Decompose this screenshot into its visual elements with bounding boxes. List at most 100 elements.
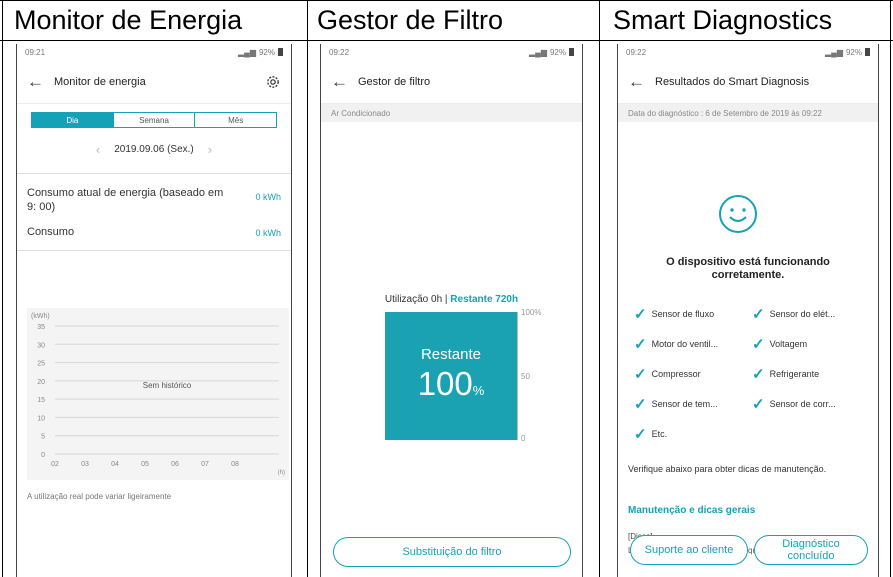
- battery-icon: [278, 48, 283, 56]
- item-label: Sensor do elét...: [769, 309, 836, 319]
- filter-usage: Utilização 0h | Restante 720h: [321, 294, 582, 305]
- energy-chart: (kWh) 35 30 25 20 15 10 5 0 02 03 04 05 06 07 08 (h) Sem …: [27, 308, 289, 480]
- filter-remaining-box: Restante 100%: [385, 312, 517, 440]
- filter-tick-100: 100%: [521, 308, 542, 317]
- diagnosis-item: ✓ Sensor de fluxo: [634, 304, 748, 324]
- y-axis-unit: (kWh): [31, 313, 50, 320]
- y-tick-label: 0: [41, 452, 45, 459]
- diagnosis-item: ✓ Voltagem: [752, 334, 866, 354]
- item-label: Sensor de corr...: [769, 399, 836, 409]
- diagnosis-items: ✓ Sensor de fluxo ✓ Sensor do elét... ✓ Mot…: [634, 304, 866, 444]
- chevron-left-icon[interactable]: ‹: [96, 142, 100, 157]
- status-bar: 09:22 ▂▄▆ 92%: [321, 44, 582, 60]
- chevron-right-icon[interactable]: ›: [208, 142, 212, 157]
- diagnosis-item: ✓ Sensor de tem...: [634, 394, 748, 414]
- grid-line: [599, 0, 600, 577]
- remaining-label: Restante: [420, 346, 482, 363]
- filter-tick-50: 50: [521, 372, 530, 381]
- filter-manager-screen: 09:22 ▂▄▆ 92% ← Gestor de filtro Ar Cond…: [320, 44, 583, 577]
- app-bar: ← Gestor de filtro: [321, 60, 582, 104]
- app-bar: ← Resultados do Smart Diagnosis: [618, 60, 878, 104]
- battery-percent: 92%: [258, 47, 275, 57]
- remaining-percent: 100%: [385, 365, 517, 403]
- energy-chart-svg: (kWh) 35 30 25 20 15 10 5 0 02 03 04 05 06 07 08 (h) Sem …: [31, 313, 285, 476]
- tab-week[interactable]: Semana: [112, 113, 195, 127]
- signal-icon: ▂▄▆: [529, 47, 547, 57]
- column-title-energy: Monitor de Energia: [14, 5, 243, 35]
- consumption-value: 0 kWh: [255, 228, 281, 238]
- diagnosis-done-button[interactable]: Diagnóstico concluído: [754, 535, 868, 565]
- tab-month[interactable]: Mês: [194, 113, 276, 127]
- back-arrow-icon[interactable]: ←: [331, 73, 348, 90]
- x-tick-label: 08: [231, 461, 239, 468]
- back-arrow-icon[interactable]: ←: [628, 73, 645, 90]
- check-icon: ✓: [752, 335, 765, 353]
- current-date: 2019.09.06 (Sex.): [114, 144, 194, 155]
- check-icon: ✓: [752, 365, 765, 383]
- item-label: Compressor: [651, 369, 701, 379]
- maintenance-hint: Verifique abaixo para obter dicas de man…: [628, 464, 827, 474]
- back-arrow-icon[interactable]: ←: [27, 73, 44, 90]
- diagnosis-item: ✓ Sensor de corr...: [752, 394, 866, 414]
- status-icons: ▂▄▆ 92%: [238, 48, 283, 57]
- x-tick-label: 03: [81, 461, 89, 468]
- diagnosis-item: ✓ Etc.: [634, 424, 748, 444]
- grid-line: [0, 0, 893, 1]
- diagnosis-item: ✓ Refrigerante: [752, 364, 866, 384]
- device-name: Ar Condicionado: [321, 104, 582, 122]
- result-line: O dispositivo está funcionando: [666, 256, 830, 268]
- current-energy-value: 0 kWh: [255, 192, 281, 202]
- current-energy-row: Consumo atual de energia (baseado em 9: …: [17, 186, 291, 214]
- item-label: Voltagem: [769, 339, 808, 349]
- page-title: Resultados do Smart Diagnosis: [655, 75, 810, 88]
- x-tick-label: 05: [141, 461, 149, 468]
- battery-percent: 92%: [549, 47, 566, 57]
- status-time: 09:22: [329, 47, 350, 57]
- y-tick-label: 25: [37, 361, 45, 368]
- grid-line: [0, 40, 893, 41]
- filter-tick-0: 0: [521, 434, 526, 443]
- item-label: Sensor de tem...: [651, 399, 718, 409]
- battery-icon: [569, 48, 574, 56]
- diagnosis-item: ✓ Motor do ventil...: [634, 334, 748, 354]
- gear-icon[interactable]: [265, 74, 281, 90]
- status-time: 09:22: [626, 47, 647, 57]
- check-icon: ✓: [634, 425, 647, 443]
- app-bar: ← Monitor de energia: [17, 60, 291, 104]
- tab-day[interactable]: Dia: [32, 113, 113, 127]
- check-icon: ✓: [634, 335, 647, 353]
- button-label: Diagnóstico: [782, 538, 840, 550]
- divider: [17, 250, 291, 251]
- energy-monitor-screen: 09:21 ▂▄▆ 92% ← Monitor de energia Dia S…: [16, 44, 292, 577]
- filter-replacement-button[interactable]: Substituição do filtro: [333, 537, 571, 567]
- column-title-filter: Gestor de Filtro: [317, 5, 504, 35]
- grid-line: [2, 0, 3, 577]
- button-label: concluído: [787, 550, 835, 562]
- x-tick-label: 04: [111, 461, 119, 468]
- battery-percent: 92%: [845, 47, 862, 57]
- item-label: Etc.: [651, 429, 668, 439]
- column-title-diagnostics: Smart Diagnostics: [613, 5, 833, 35]
- diagnosis-result: O dispositivo está funcionando corretame…: [618, 256, 878, 282]
- status-time: 09:21: [25, 47, 46, 57]
- grid-line: [890, 0, 891, 577]
- item-label: Motor do ventil...: [651, 339, 719, 349]
- check-icon: ✓: [752, 395, 765, 413]
- item-label: Sensor de fluxo: [651, 309, 715, 319]
- diagnosis-date: Data do diagnóstico : 6 de Setembro de 2…: [618, 104, 878, 122]
- diagnosis-item: ✓ Compressor: [634, 364, 748, 384]
- signal-icon: ▂▄▆: [238, 47, 256, 57]
- percent-unit: %: [472, 383, 485, 398]
- consumption-row: Consumo 0 kWh: [17, 226, 291, 238]
- check-icon: ✓: [752, 305, 765, 323]
- consumption-label: Consumo: [27, 226, 75, 238]
- current-energy-label: Consumo atual de energia (baseado em 9: …: [27, 187, 224, 213]
- customer-support-button[interactable]: Suporte ao cliente: [630, 535, 748, 565]
- section-title: Manutenção e dicas gerais: [628, 505, 756, 516]
- x-tick-label: 06: [171, 461, 179, 468]
- x-tick-label: 07: [201, 461, 209, 468]
- period-tabs: Dia Semana Mês: [31, 112, 277, 128]
- y-tick-label: 35: [37, 324, 45, 331]
- x-tick-label: 02: [51, 461, 59, 468]
- y-tick-label: 15: [37, 397, 45, 404]
